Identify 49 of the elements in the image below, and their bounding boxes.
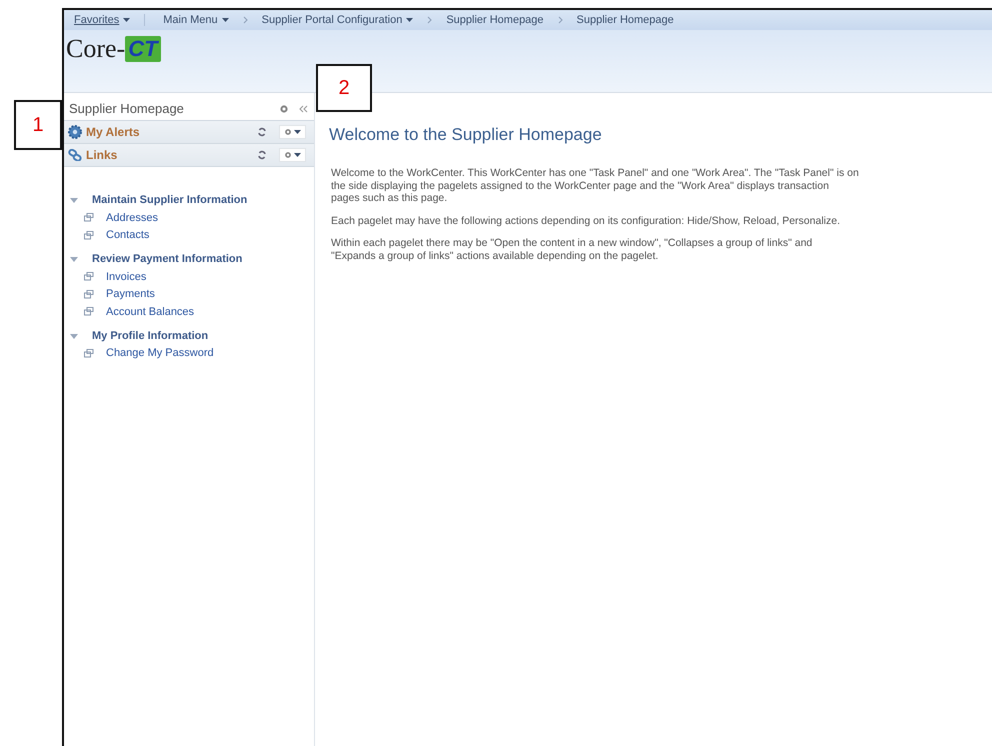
caret-icon — [222, 18, 229, 22]
nav-link[interactable]: Contacts — [106, 229, 150, 242]
breadcrumb-link[interactable]: Supplier Homepage — [576, 14, 674, 26]
chain-link-icon — [68, 149, 82, 161]
paragraph: Each pagelet may have the following actions depending on its configuration: Hide/Show, Reload, Personalize. — [331, 214, 841, 227]
reload-icon[interactable] — [257, 127, 267, 137]
paragraph: Within each pagelet there may be "Open the content in a new window", "Collapses a group of links" and "Expands a group of links" actions available depending on the pagelet. — [331, 237, 814, 262]
callout-label: 1 — [14, 100, 62, 150]
window-icon — [84, 307, 94, 316]
favorites-menu[interactable]: Favorites — [74, 14, 146, 26]
collapse-icon[interactable] — [70, 332, 78, 340]
logo: Core-CT — [66, 34, 161, 64]
group-link[interactable]: My Profile Information — [70, 326, 314, 344]
gear-icon — [68, 125, 82, 139]
collapse-panel-icon[interactable] — [299, 104, 308, 112]
reload-icon[interactable] — [257, 150, 267, 160]
collapse-icon[interactable] — [70, 196, 78, 204]
nav-link[interactable]: Account Balances — [106, 306, 194, 318]
window-icon — [84, 213, 94, 222]
window-icon — [84, 272, 94, 282]
chevron-icon — [427, 16, 432, 24]
gear-icon[interactable] — [279, 104, 289, 114]
panel-title: Supplier Homepage — [69, 101, 185, 116]
nav-link[interactable]: Invoices — [106, 270, 146, 283]
nav-link[interactable]: Payments — [106, 288, 155, 300]
gear-icon[interactable] — [284, 128, 292, 136]
group-link[interactable]: Review Payment Information — [70, 250, 314, 268]
callout-label: 2 — [316, 64, 372, 112]
paragraph: Welcome to the WorkCenter. This WorkCenter has one "Task Panel" and one "Work Area". The "Task Panel" is on the side displaying the pagelets assigned to the WorkCenter page and the "Work Area" displays transaction pages such as this page. — [331, 167, 859, 204]
window-icon — [84, 348, 94, 358]
breadcrumb-link[interactable]: Supplier Homepage — [446, 14, 544, 26]
breadcrumb-link[interactable]: Supplier Portal Configuration — [262, 14, 414, 26]
options-button[interactable] — [279, 148, 306, 162]
nav-link[interactable]: Change My Password — [106, 347, 214, 360]
caret-icon — [294, 130, 301, 134]
chevron-icon — [242, 16, 248, 24]
window-icon — [84, 290, 94, 299]
collapse-icon[interactable] — [70, 255, 78, 263]
nav-link[interactable]: Addresses — [106, 212, 158, 224]
gear-icon[interactable] — [284, 151, 292, 159]
breadcrumb-link[interactable]: Main Menu — [163, 14, 229, 26]
caret-icon — [406, 18, 414, 22]
group-link[interactable]: Maintain Supplier Information — [70, 191, 314, 209]
caret-icon — [123, 18, 130, 22]
options-button[interactable] — [279, 125, 306, 139]
window-icon — [84, 230, 94, 240]
chevron-icon — [558, 16, 563, 24]
page-heading: Welcome to the Supplier Homepage — [329, 125, 603, 145]
caret-icon — [294, 153, 301, 157]
